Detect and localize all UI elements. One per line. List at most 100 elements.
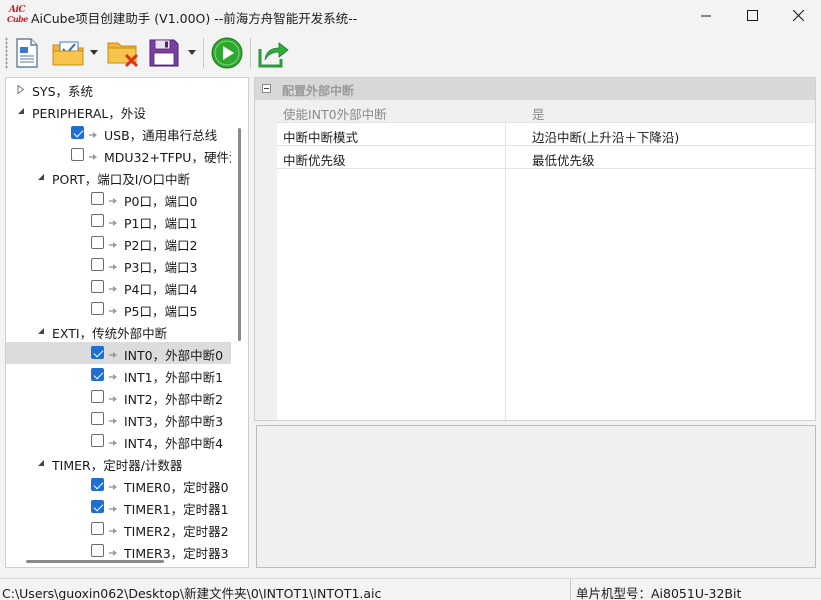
tree-item[interactable]: INT3，外部中断3 <box>6 408 231 430</box>
tree-item[interactable]: INT0，外部中断0 <box>6 342 231 364</box>
document-icon <box>16 38 38 68</box>
toolbar <box>0 31 821 75</box>
item-arrow-icon <box>108 304 118 314</box>
status-divider <box>570 579 571 600</box>
status-bar: C:\Users\guoxin062\Desktop\新建文件夹\0\INTOT… <box>0 578 821 600</box>
new-project-button[interactable] <box>12 36 42 70</box>
item-arrow-icon <box>108 414 118 424</box>
tree-group[interactable]: SYS，系统 <box>6 78 231 100</box>
checkbox-unchecked[interactable] <box>91 390 104 403</box>
close-project-button[interactable] <box>107 36 141 70</box>
tree-expanded-icon[interactable] <box>36 172 46 182</box>
item-arrow-icon <box>108 436 118 446</box>
tree-item-label: TIMER，定时器/计数器 <box>52 458 183 473</box>
checkbox-unchecked[interactable] <box>91 434 104 447</box>
checkbox-unchecked[interactable] <box>91 192 104 205</box>
save-dropdown-button[interactable] <box>187 47 197 57</box>
checkbox-checked[interactable] <box>71 126 84 139</box>
tree-collapsed-icon[interactable] <box>16 84 26 94</box>
property-value[interactable]: 最低优先级 <box>532 150 595 169</box>
checkbox-unchecked[interactable] <box>91 236 104 249</box>
property-category-label: 配置外部中断 <box>282 84 355 98</box>
checkbox-unchecked[interactable] <box>91 258 104 271</box>
caret-down-icon <box>188 49 196 55</box>
run-button[interactable] <box>210 36 244 70</box>
export-button[interactable] <box>256 36 290 70</box>
tree-item-label: P4口，端口4 <box>124 282 198 297</box>
tree-item[interactable]: TIMER3，定时器3 <box>6 540 231 562</box>
property-name: 中断中断模式 <box>283 130 359 145</box>
tree-item-label: P3口，端口3 <box>124 260 198 275</box>
tree-expanded-icon[interactable] <box>16 106 26 116</box>
tree-expanded-icon[interactable] <box>36 326 46 336</box>
tree-horizontal-scrollbar[interactable] <box>26 560 164 563</box>
tree-item[interactable]: P1口，端口1 <box>6 210 231 232</box>
toolbar-grip[interactable] <box>5 37 8 69</box>
tree-item[interactable]: INT2，外部中断2 <box>6 386 231 408</box>
collapse-icon[interactable] <box>262 84 271 93</box>
property-row[interactable]: 中断中断模式 边沿中断(上升沿＋下降沿) <box>277 123 815 146</box>
checkbox-unchecked[interactable] <box>91 544 104 557</box>
checkbox-checked[interactable] <box>91 346 104 359</box>
checkbox-unchecked[interactable] <box>91 280 104 293</box>
tree-item-label: INT4，外部中断4 <box>124 436 224 451</box>
property-name: 中断优先级 <box>283 153 346 168</box>
tree-item[interactable]: TIMER0，定时器0 <box>6 474 231 496</box>
tree-item[interactable]: P5口，端口5 <box>6 298 231 320</box>
item-arrow-icon <box>108 370 118 380</box>
minimize-icon <box>701 15 711 16</box>
tree-item[interactable]: INT4，外部中断4 <box>6 430 231 452</box>
checkbox-unchecked[interactable] <box>91 412 104 425</box>
checkbox-checked[interactable] <box>91 500 104 513</box>
tree-item[interactable]: P3口，端口3 <box>6 254 231 276</box>
save-project-button[interactable] <box>147 36 181 70</box>
checkbox-unchecked[interactable] <box>91 214 104 227</box>
open-project-button[interactable] <box>52 36 86 70</box>
tree-item[interactable]: MDU32+TFPU，硬件浮点 <box>6 144 231 166</box>
checkbox-checked[interactable] <box>91 368 104 381</box>
property-value[interactable]: 是 <box>532 104 545 123</box>
tree-item[interactable]: TIMER2，定时器2 <box>6 518 231 540</box>
checkbox-unchecked[interactable] <box>71 148 84 161</box>
maximize-button[interactable] <box>729 0 775 31</box>
item-arrow-icon <box>108 216 118 226</box>
peripheral-tree[interactable]: SYS，系统 PERIPHERAL，外设 USB，通用串行总线 MDU32+TFPU，… <box>5 77 249 568</box>
tree-vertical-scrollbar[interactable] <box>238 128 241 341</box>
tree-item[interactable]: TIMER1，定时器1 <box>6 496 231 518</box>
window-title: AiCube项目创建助手 (V1.00O) --前海方舟智能开发系统-- <box>31 11 358 26</box>
tree-item[interactable]: INT1，外部中断1 <box>6 364 231 386</box>
tree-item[interactable]: P0口，端口0 <box>6 188 231 210</box>
item-arrow-icon <box>108 392 118 402</box>
item-arrow-icon <box>108 502 118 512</box>
tree-group[interactable]: PORT，端口及I/O口中断 <box>6 166 231 188</box>
tree-expanded-icon[interactable] <box>36 458 46 468</box>
minimize-button[interactable] <box>683 0 729 31</box>
tree-item[interactable]: P2口，端口2 <box>6 232 231 254</box>
maximize-icon <box>746 10 758 21</box>
property-grid[interactable]: 配置外部中断 使能INT0外部中断是中断中断模式 边沿中断(上升沿＋下降沿) 中断优… <box>254 77 816 421</box>
floppy-disk-icon <box>149 39 179 67</box>
tree-group[interactable]: EXTI，传统外部中断 <box>6 320 231 342</box>
property-description-panel <box>256 425 816 568</box>
tree-group[interactable]: TIMER，定时器/计数器 <box>6 452 231 474</box>
checkbox-unchecked[interactable] <box>91 302 104 315</box>
checkbox-unchecked[interactable] <box>91 522 104 535</box>
tree-item-label: P0口，端口0 <box>124 194 198 209</box>
close-button[interactable] <box>775 0 821 31</box>
tree-group[interactable]: PERIPHERAL，外设 <box>6 100 231 122</box>
property-value[interactable]: 边沿中断(上升沿＋下降沿) <box>532 127 679 146</box>
checkbox-checked[interactable] <box>91 478 104 491</box>
app-logo: AiC Cube <box>7 5 28 24</box>
title-bar[interactable]: AiC Cube AiCube项目创建助手 (V1.00O) --前海方舟智能开… <box>0 0 821 31</box>
play-icon <box>211 37 243 69</box>
open-dropdown-button[interactable] <box>89 47 99 57</box>
tree-item[interactable]: USB，通用串行总线 <box>6 122 231 144</box>
property-row[interactable]: 使能INT0外部中断 是 <box>277 100 815 123</box>
item-arrow-icon <box>108 260 118 270</box>
property-category[interactable]: 配置外部中断 <box>255 78 815 100</box>
tree-item-label: MDU32+TFPU，硬件浮点 <box>104 150 231 165</box>
property-row[interactable]: 中断优先级 最低优先级 <box>277 146 815 169</box>
status-chip-model: 单片机型号：Ai8051U-32Bit <box>576 586 742 600</box>
tree-item[interactable]: P4口，端口4 <box>6 276 231 298</box>
tree-item-label: USB，通用串行总线 <box>104 128 218 143</box>
